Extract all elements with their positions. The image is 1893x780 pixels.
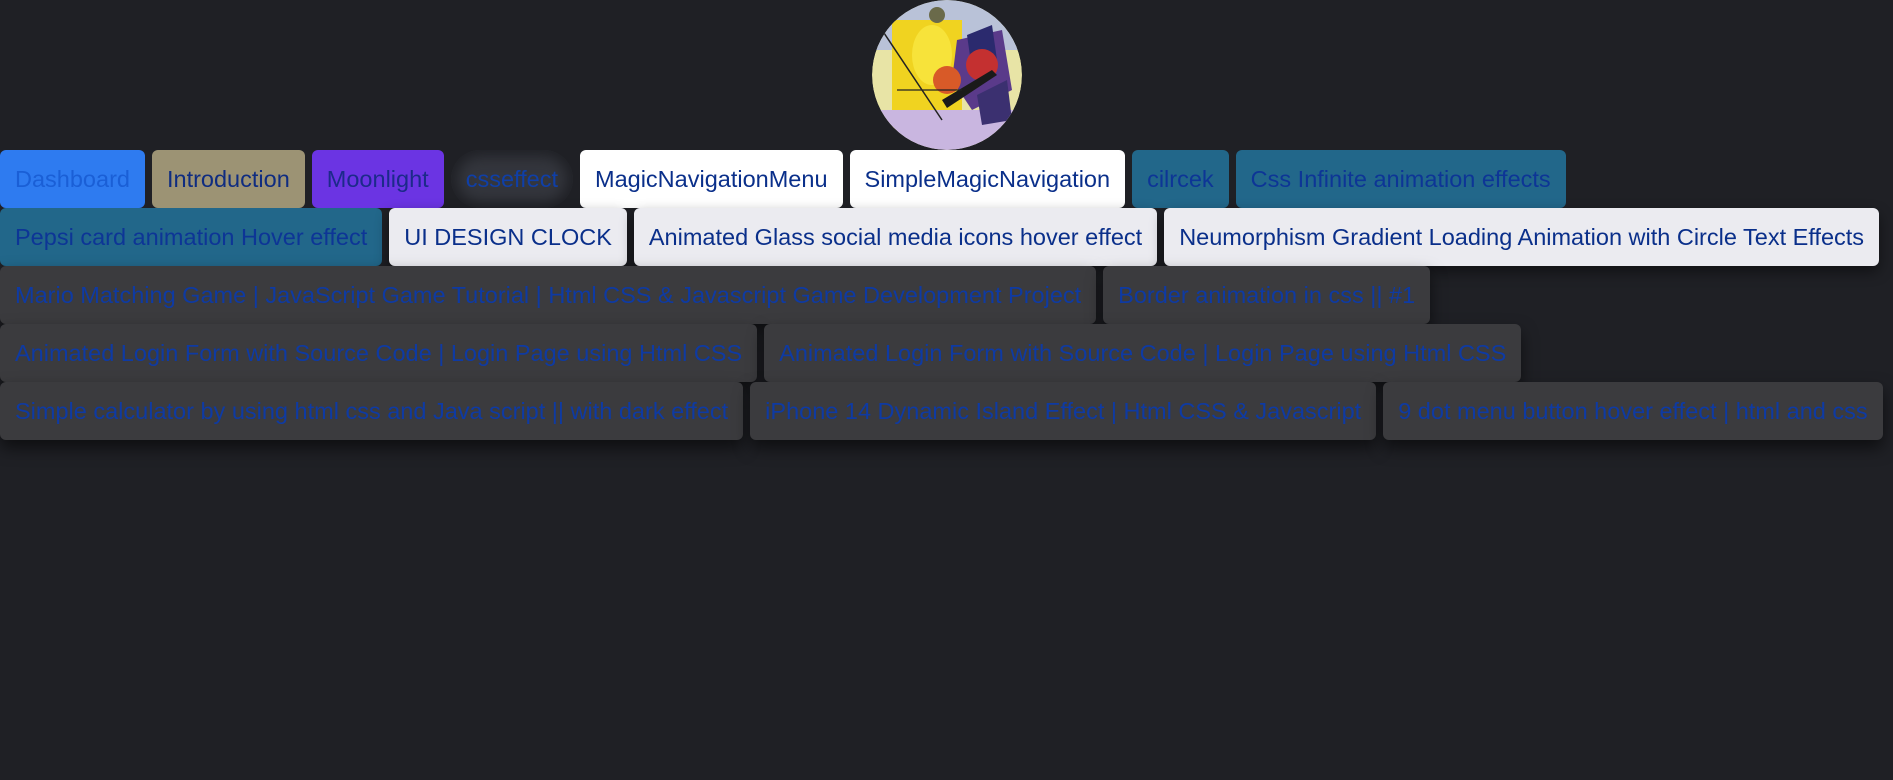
nav-button-dashboard[interactable]: Dashboard (0, 150, 145, 208)
nav-button-magic-navigation-menu[interactable]: MagicNavigationMenu (580, 150, 843, 208)
nav-button-border-animation[interactable]: Border animation in css || #1 (1103, 266, 1431, 324)
nav-button-cilrcek[interactable]: cilrcek (1132, 150, 1229, 208)
nav-button-animated-glass-icons[interactable]: Animated Glass social media icons hover … (633, 208, 1158, 266)
nav-button-animated-login-form-1[interactable]: Animated Login Form with Source Code | L… (0, 324, 758, 382)
nav-button-ui-design-clock[interactable]: UI DESIGN CLOCK (389, 208, 627, 266)
nav-button-introduction[interactable]: Introduction (151, 150, 305, 208)
nav-button-simple-calculator[interactable]: Simple calculator by using html css and … (0, 382, 744, 440)
nav-button-simple-magic-navigation[interactable]: SimpleMagicNavigation (849, 150, 1126, 208)
abstract-painting-avatar-icon (872, 0, 1022, 150)
nav-button-pepsi-card[interactable]: Pepsi card animation Hover effect (0, 208, 383, 266)
nav-button-neumorphism-loading[interactable]: Neumorphism Gradient Loading Animation w… (1164, 208, 1880, 266)
avatar (872, 0, 1022, 150)
nav-button-iphone-dynamic-island[interactable]: iPhone 14 Dynamic Island Effect | Html C… (750, 382, 1377, 440)
nav-button-csseffect[interactable]: csseffect (450, 150, 573, 208)
nav-button-9-dot-menu[interactable]: 9 dot menu button hover effect | html an… (1383, 382, 1883, 440)
nav-button-css-infinite-animation[interactable]: Css Infinite animation effects (1235, 150, 1566, 208)
nav-button-animated-login-form-2[interactable]: Animated Login Form with Source Code | L… (764, 324, 1522, 382)
nav-button-moonlight[interactable]: Moonlight (311, 150, 444, 208)
nav-button-mario-matching-game[interactable]: Mario Matching Game | JavaScript Game Tu… (0, 266, 1097, 324)
navigation-menu: Dashboard Introduction Moonlight csseffe… (0, 150, 1893, 440)
